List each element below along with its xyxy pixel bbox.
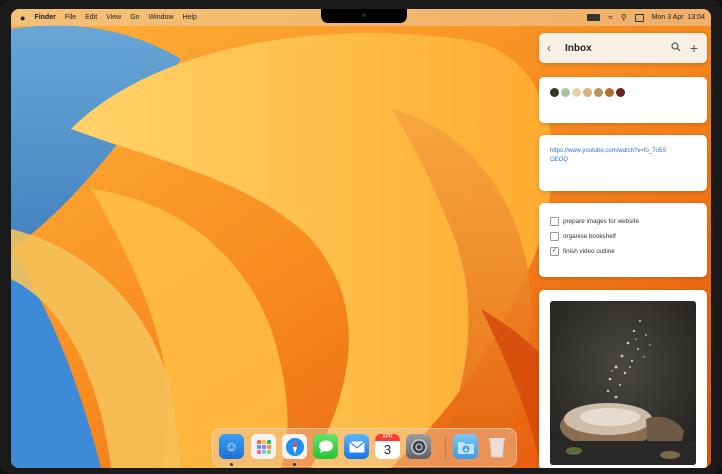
todo-label: organise bookshelf	[563, 233, 616, 240]
color-swatch[interactable]	[605, 88, 614, 97]
running-indicator	[230, 463, 233, 466]
todo-label: prepare images for website	[563, 218, 639, 225]
palette-card[interactable]	[539, 77, 707, 123]
bread-photo	[550, 301, 696, 465]
display-frame: ● Finder File Edit View Go Window Help ≈…	[0, 0, 722, 474]
search-icon[interactable]	[671, 41, 681, 55]
mail-icon[interactable]	[344, 434, 369, 459]
safari-icon[interactable]	[282, 434, 307, 459]
desktop: ● Finder File Edit View Go Window Help ≈…	[11, 9, 711, 468]
dock: ☺ APR 3	[212, 428, 517, 467]
plus-icon[interactable]: +	[690, 40, 698, 56]
link-card[interactable]: https://www.youtube.com/watch?v=fo_7o5SO…	[539, 135, 707, 191]
todo-item[interactable]: ✓ finish video outline	[550, 247, 615, 256]
menu-file[interactable]: File	[65, 14, 76, 21]
color-swatch[interactable]	[616, 88, 625, 97]
dock-separator	[445, 435, 446, 459]
messages-icon[interactable]	[313, 434, 338, 459]
calendar-icon[interactable]: APR 3	[375, 434, 400, 459]
color-swatch[interactable]	[572, 88, 581, 97]
color-swatch[interactable]	[561, 88, 570, 97]
calendar-day: 3	[383, 442, 392, 457]
system-settings-icon[interactable]	[406, 434, 431, 459]
inbox-title: Inbox	[565, 42, 592, 54]
wifi-icon[interactable]: ≈	[608, 13, 612, 22]
launchpad-icon[interactable]	[251, 434, 276, 459]
menu-app-name[interactable]: Finder	[34, 14, 55, 21]
spotlight-icon[interactable]: ⚲	[621, 13, 627, 22]
color-swatches	[550, 88, 625, 97]
menu-edit[interactable]: Edit	[85, 14, 97, 21]
finder-icon[interactable]: ☺	[219, 434, 244, 459]
checkbox[interactable]: ✓	[550, 247, 559, 256]
apple-menu-icon[interactable]: ●	[20, 13, 25, 23]
control-center-icon[interactable]	[634, 13, 644, 22]
menu-view[interactable]: View	[106, 14, 121, 21]
inbox-header: ‹ Inbox +	[539, 33, 707, 63]
downloads-folder-icon[interactable]	[453, 434, 478, 459]
menu-window[interactable]: Window	[149, 14, 174, 21]
menu-help[interactable]: Help	[182, 14, 196, 21]
image-card[interactable]	[539, 290, 707, 468]
chevron-left-icon[interactable]: ‹	[547, 41, 561, 55]
color-swatch[interactable]	[583, 88, 592, 97]
menu-go[interactable]: Go	[130, 14, 139, 21]
camera-icon	[362, 13, 366, 17]
running-indicator	[293, 463, 296, 466]
color-swatch[interactable]	[594, 88, 603, 97]
color-swatch[interactable]	[550, 88, 559, 97]
calendar-month: APR	[375, 434, 400, 441]
todo-label: finish video outline	[563, 248, 615, 255]
menu-clock[interactable]: Mon 3 Apr 13:04	[652, 14, 705, 21]
link-url[interactable]: https://www.youtube.com/watch?v=fo_7o5SO…	[550, 147, 670, 165]
status-area: ≈ ⚲ Mon 3 Apr 13:04	[587, 9, 705, 26]
battery-icon[interactable]	[587, 14, 601, 21]
todo-card: prepare images for website organise book…	[539, 203, 707, 277]
todo-item[interactable]: organise bookshelf	[550, 232, 616, 241]
checkbox[interactable]	[550, 232, 559, 241]
camera-notch	[321, 9, 407, 23]
todo-item[interactable]: prepare images for website	[550, 217, 639, 226]
trash-icon[interactable]	[484, 434, 509, 459]
checkbox[interactable]	[550, 217, 559, 226]
